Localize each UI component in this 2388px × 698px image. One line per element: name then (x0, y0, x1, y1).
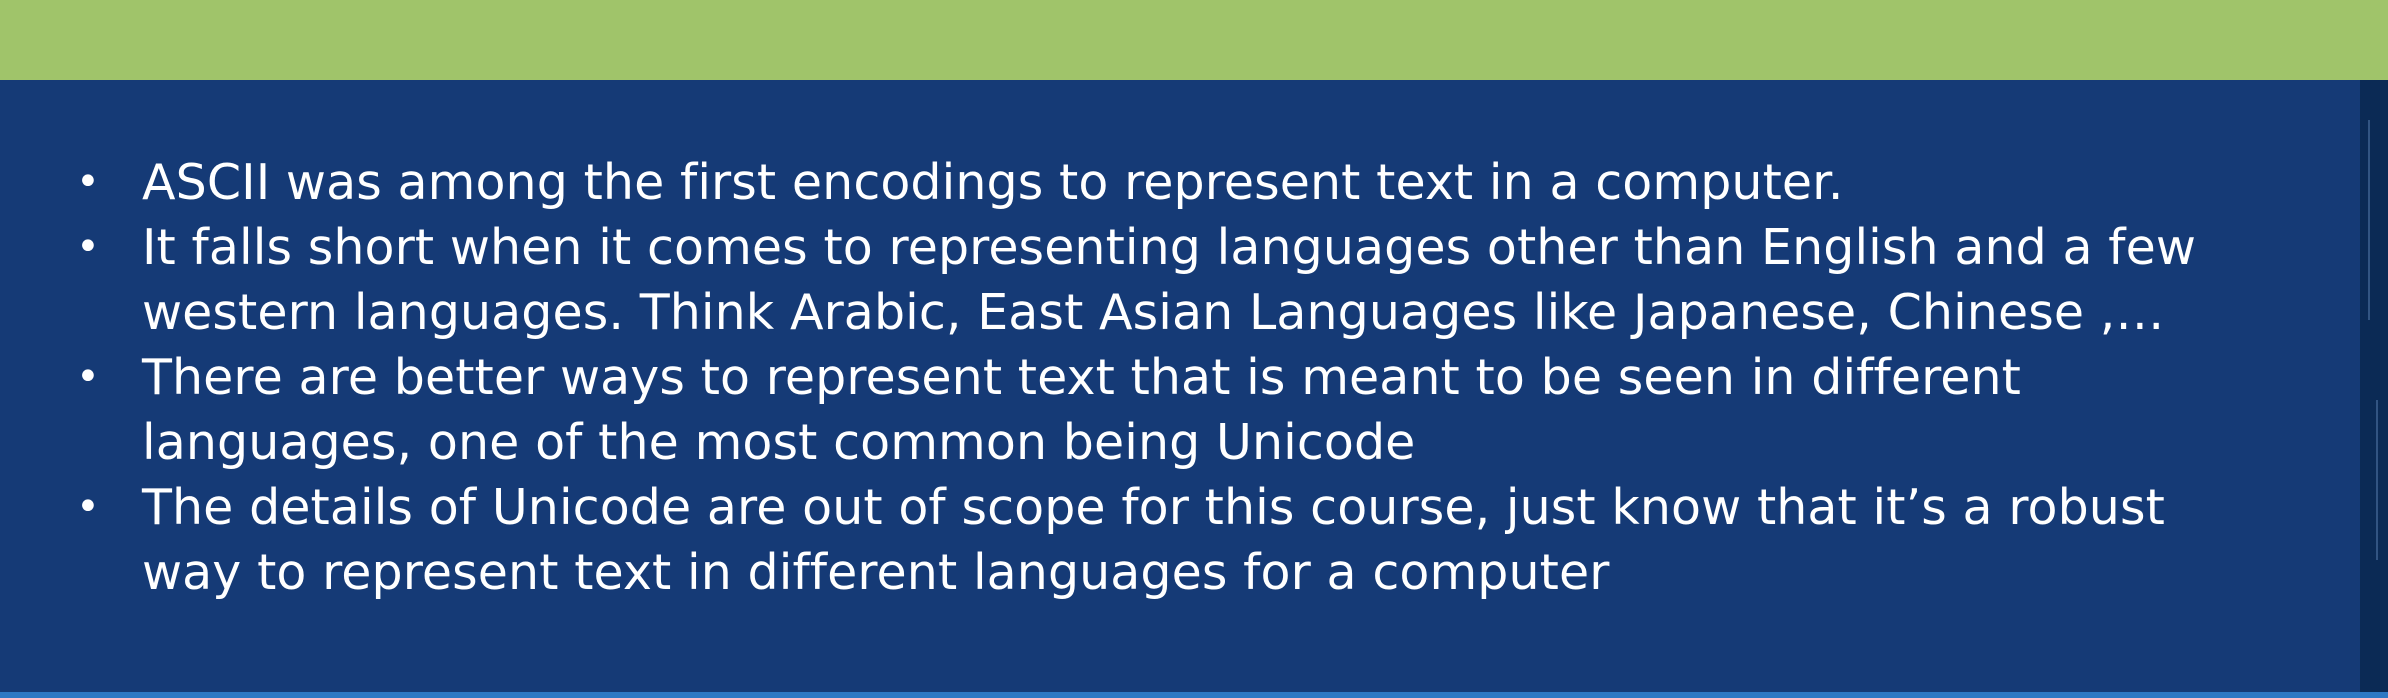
bullet-item: • There are better ways to represent tex… (70, 345, 2300, 475)
decorative-line (2376, 400, 2378, 560)
bullet-line: It falls short when it comes to represen… (142, 219, 2197, 276)
bullet-icon: • (76, 354, 100, 400)
bullet-line: languages, one of the most common being … (142, 414, 1416, 471)
bullet-item: • It falls short when it comes to repres… (70, 215, 2300, 345)
bullet-item: • ASCII was among the first encodings to… (70, 150, 2300, 215)
bullet-line: There are better ways to represent text … (142, 349, 2021, 406)
decorative-line (2368, 120, 2370, 320)
slide-bottom-border (0, 692, 2388, 698)
presentation-slide: • ASCII was among the first encodings to… (0, 0, 2388, 698)
bullet-line: The details of Unicode are out of scope … (142, 479, 2165, 536)
slide-right-decoration (2360, 80, 2388, 698)
slide-header-band (0, 0, 2388, 80)
bullet-line: western languages. Think Arabic, East As… (142, 284, 2165, 341)
bullet-icon: • (76, 224, 100, 270)
bullet-line: ASCII was among the first encodings to r… (142, 154, 1844, 211)
bullet-icon: • (76, 159, 100, 205)
bullet-item: • The details of Unicode are out of scop… (70, 475, 2300, 605)
bullet-icon: • (76, 484, 100, 530)
bullet-list: • ASCII was among the first encodings to… (70, 150, 2300, 605)
bullet-line: way to represent text in different langu… (142, 544, 1610, 601)
